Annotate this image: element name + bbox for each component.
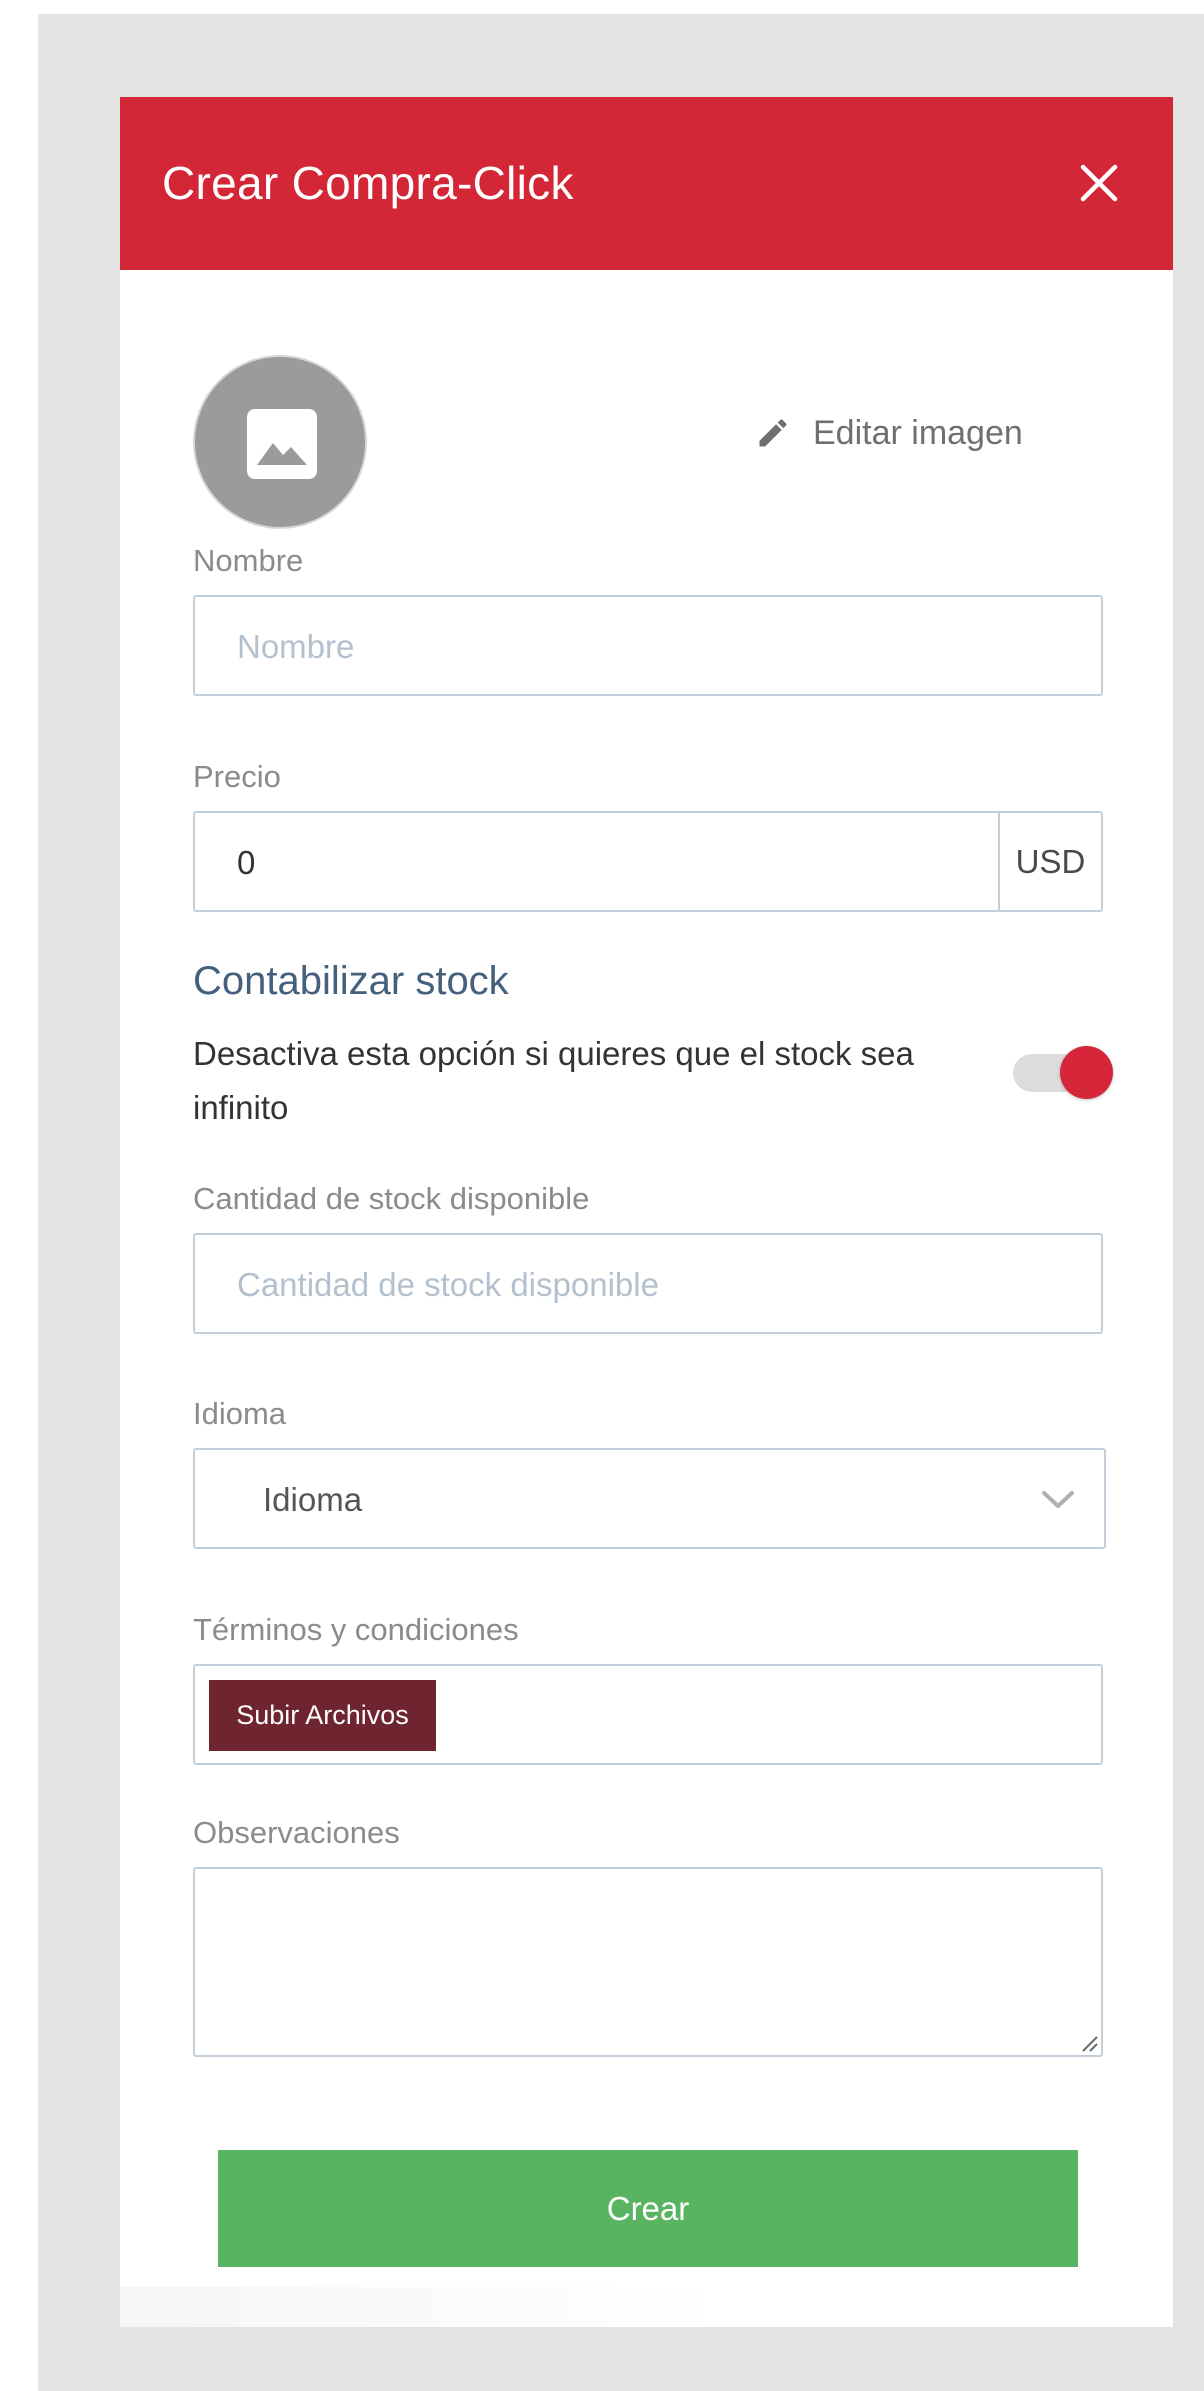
close-button[interactable] (1069, 153, 1129, 213)
price-value: 0 (237, 844, 256, 881)
create-button[interactable]: Crear (218, 2150, 1078, 2267)
language-label: Idioma (193, 1396, 287, 1431)
currency-addon: USD (998, 813, 1101, 910)
language-select[interactable]: Idioma (193, 1448, 1106, 1549)
resize-handle-icon[interactable] (1077, 2031, 1099, 2053)
chevron-down-icon (1042, 1491, 1074, 1508)
terms-label: Términos y condiciones (193, 1612, 519, 1647)
toggle-knob (1060, 1046, 1113, 1099)
name-input[interactable]: Nombre (193, 595, 1103, 696)
price-label: Precio (193, 759, 281, 794)
modal-header: Crear Compra-Click (120, 97, 1173, 270)
name-label: Nombre (193, 543, 304, 578)
upload-files-button[interactable]: Subir Archivos (209, 1680, 436, 1751)
product-image-avatar[interactable] (193, 355, 367, 529)
terms-upload-field: Subir Archivos (193, 1664, 1103, 1765)
stock-section-title: Contabilizar stock (193, 959, 509, 1003)
stock-qty-placeholder: Cantidad de stock disponible (237, 1266, 659, 1303)
price-input[interactable]: 0 USD (193, 811, 1103, 912)
modal-title: Crear Compra-Click (162, 157, 574, 209)
notes-label: Observaciones (193, 1815, 400, 1850)
name-placeholder: Nombre (237, 628, 355, 665)
language-selected: Idioma (263, 1481, 363, 1518)
stock-toggle[interactable] (1013, 1042, 1113, 1100)
stock-section-description: Desactiva esta opción si quieres que el … (193, 1035, 914, 1126)
stock-qty-label: Cantidad de stock disponible (193, 1181, 590, 1216)
pencil-icon (759, 419, 787, 447)
stock-qty-input[interactable]: Cantidad de stock disponible (193, 1233, 1103, 1334)
edit-image-button[interactable]: Editar imagen (755, 411, 1023, 455)
image-icon (247, 409, 317, 479)
bottom-shadow (120, 2287, 720, 2327)
notes-textarea[interactable] (193, 1867, 1103, 2057)
close-icon (1080, 164, 1118, 202)
edit-image-label: Editar imagen (813, 413, 1023, 452)
create-compra-click-modal: Crear Compra-Click Editar imagen Nombre … (120, 97, 1173, 2327)
